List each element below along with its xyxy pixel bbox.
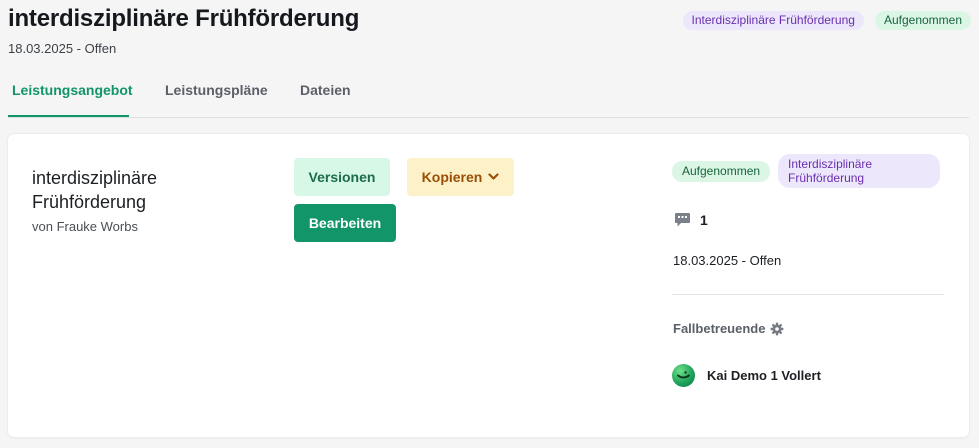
- versions-button-label: Versionen: [308, 169, 376, 185]
- page-subtitle: 18.03.2025 - Offen: [8, 41, 117, 56]
- comments-link[interactable]: 1: [674, 212, 708, 228]
- tab-bar: Leistungsangebot Leistungspläne Dateien: [8, 70, 969, 118]
- copy-button[interactable]: Kopieren: [407, 158, 514, 196]
- avatar: [672, 364, 695, 387]
- case-worker-name: Kai Demo 1 Vollert: [707, 368, 821, 383]
- avatar-smile-icon: [677, 371, 690, 379]
- chevron-down-icon: [488, 173, 499, 180]
- tab-leistungsangebot[interactable]: Leistungsangebot: [8, 82, 137, 98]
- service-card: interdisziplinäre Frühförderung von Frau…: [8, 134, 969, 437]
- tab-leistungsplaene[interactable]: Leistungspläne: [161, 82, 272, 98]
- date-status: 18.03.2025 - Offen: [673, 253, 782, 268]
- comment-count: 1: [700, 212, 708, 228]
- sidebar-divider: [672, 294, 944, 295]
- card-badges: Aufgenommen Interdisziplinäre Frühförder…: [672, 154, 944, 188]
- header-badges: Interdisziplinäre Frühförderung Aufgenom…: [682, 11, 971, 30]
- page: interdisziplinäre Frühförderung 18.03.20…: [0, 0, 979, 448]
- card-status-badge: Aufgenommen: [672, 160, 771, 182]
- case-workers-label: Fallbetreuende: [673, 321, 766, 336]
- service-author: von Frauke Worbs: [32, 219, 138, 234]
- status-badge: Aufgenommen: [874, 11, 971, 30]
- speech-bubble-icon: [675, 213, 690, 227]
- page-header: interdisziplinäre Frühförderung 18.03.20…: [8, 4, 971, 60]
- edit-button[interactable]: Bearbeiten: [294, 204, 396, 242]
- versions-button[interactable]: Versionen: [294, 158, 390, 196]
- case-workers-header: Fallbetreuende: [673, 321, 784, 336]
- card-sidebar: Aufgenommen Interdisziplinäre Frühförder…: [672, 154, 944, 387]
- active-tab-indicator: [8, 115, 129, 117]
- service-title: interdisziplinäre Frühförderung: [32, 168, 158, 212]
- card-program-badge: Interdisziplinäre Frühförderung: [778, 154, 941, 188]
- tab-dateien[interactable]: Dateien: [296, 82, 355, 98]
- case-worker-item[interactable]: Kai Demo 1 Vollert: [672, 364, 821, 387]
- copy-button-label: Kopieren: [421, 169, 483, 185]
- gear-icon[interactable]: [770, 322, 784, 336]
- edit-button-label: Bearbeiten: [308, 215, 382, 231]
- program-badge: Interdisziplinäre Frühförderung: [682, 11, 864, 30]
